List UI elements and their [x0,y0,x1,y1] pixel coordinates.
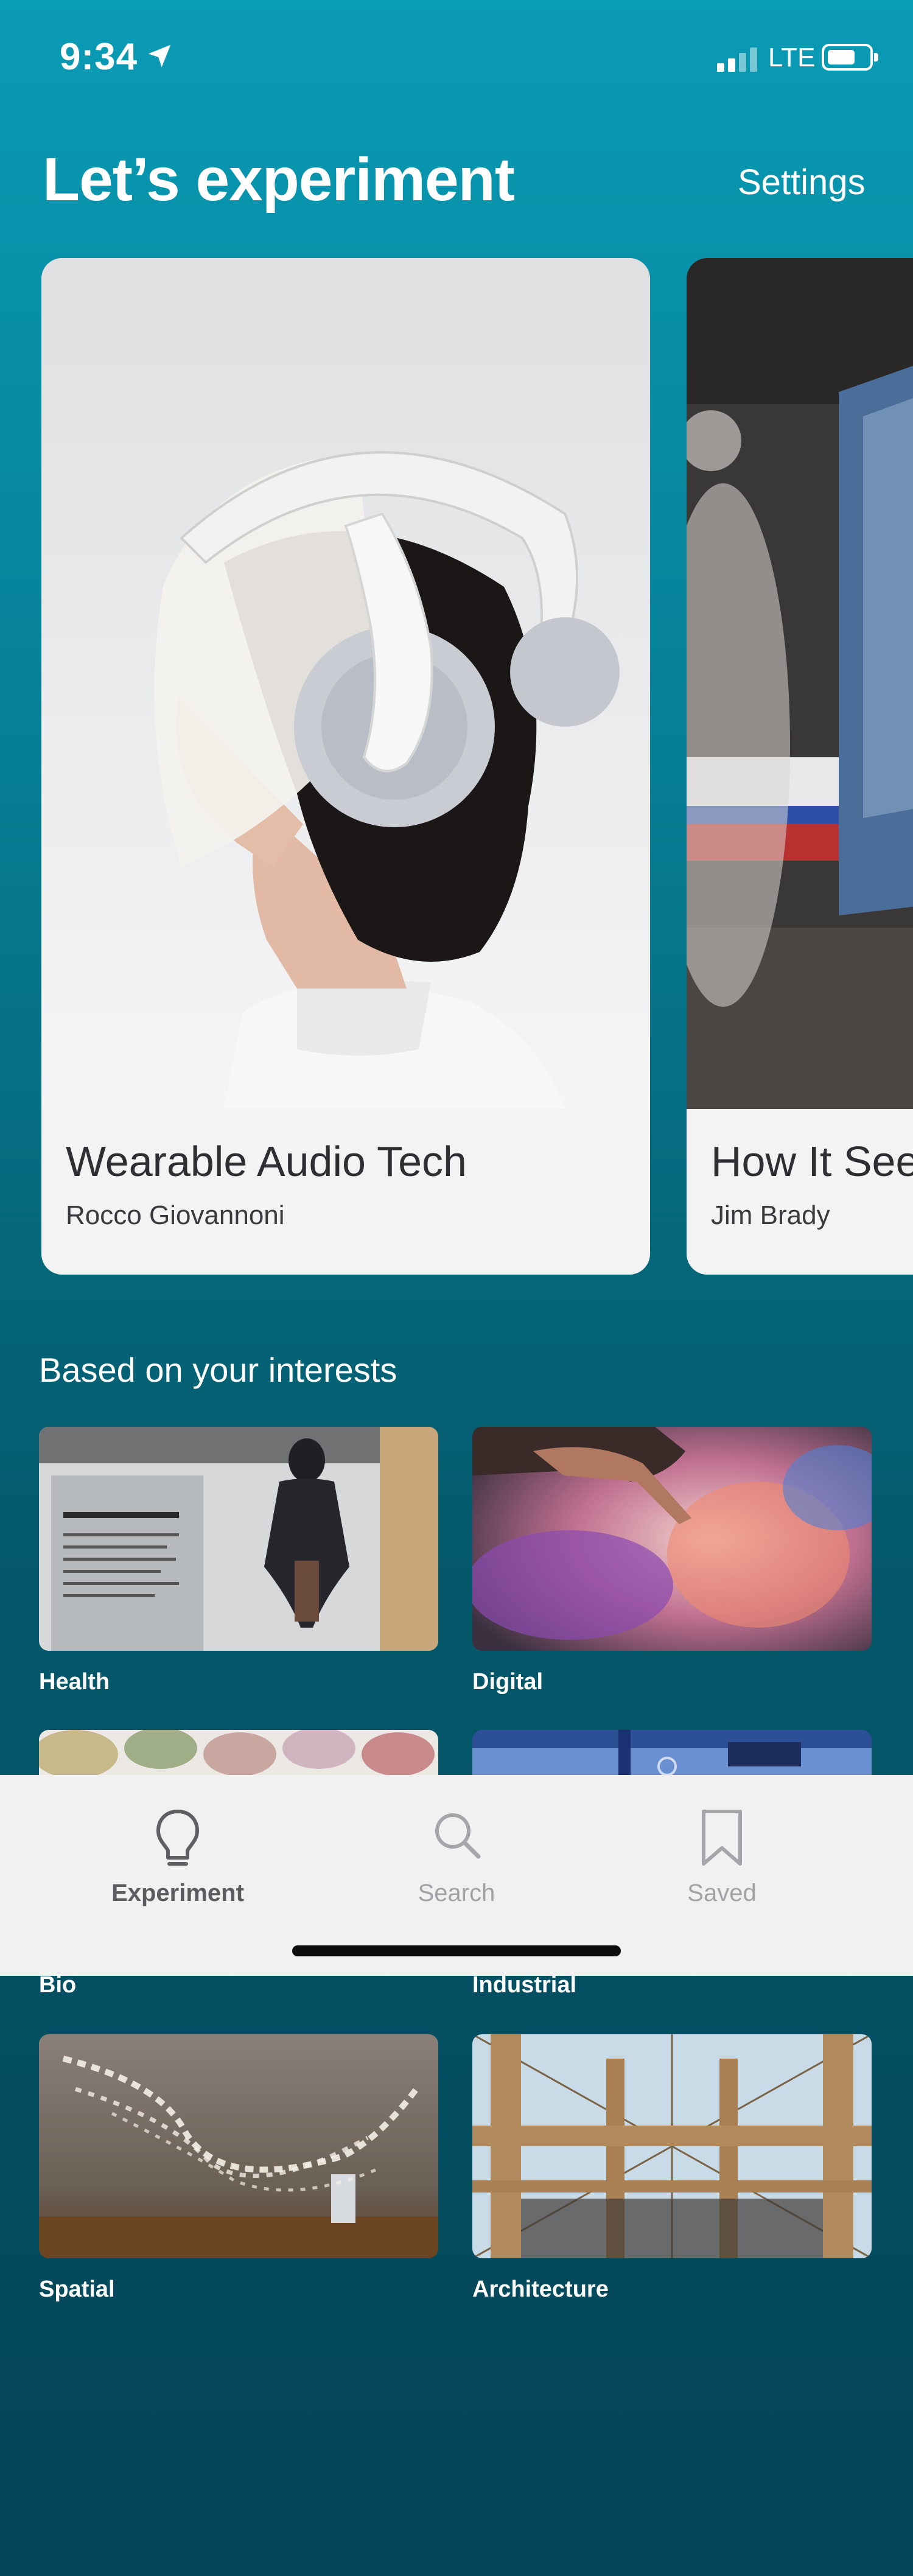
featured-author: Jim Brady [711,1200,830,1230]
tab-saved[interactable]: Saved [631,1775,813,1927]
lightbulb-icon [156,1810,199,1866]
status-bar: 9:34 LTE [0,0,913,110]
tab-search[interactable]: Search [365,1775,548,1927]
architecture-image [472,2034,872,2258]
signal-icon [717,47,757,72]
home-indicator[interactable] [292,1945,621,1956]
tile-label: Spatial [39,2277,115,2302]
interests-title: Based on your interests [39,1351,397,1389]
tile-label: Industrial [472,1972,577,1998]
status-time: 9:34 [60,36,138,78]
featured-title: How It Sees [711,1138,913,1185]
battery-icon [822,44,878,71]
network-type: LTE [768,43,816,72]
interest-tile-spatial[interactable]: Spatial [39,2034,438,2303]
interest-tile-health[interactable]: Health [39,1427,438,1695]
settings-button[interactable]: Settings [738,162,866,203]
tile-label: Digital [472,1669,544,1695]
featured-image-audio-headset [41,258,650,1109]
featured-carousel[interactable]: Wearable Audio Tech Rocco Giovannoni How… [0,258,913,1275]
page-title: Let’s experiment [43,145,515,214]
tile-label: Architecture [472,2277,609,2302]
tab-bar: Experiment Search Saved [0,1775,913,1976]
featured-title: Wearable Audio Tech [66,1138,467,1185]
featured-card[interactable]: Wearable Audio Tech Rocco Giovannoni [41,258,650,1275]
interest-tile-digital[interactable]: Digital [472,1427,872,1695]
tile-label: Bio [39,1972,77,1998]
tab-label: Experiment [111,1880,244,1906]
spatial-image [39,2034,438,2258]
tab-label: Saved [687,1880,757,1906]
featured-image-installation [687,258,913,1109]
digital-image [472,1427,872,1651]
health-image [39,1427,438,1651]
search-icon [435,1813,481,1859]
interest-tile-architecture[interactable]: Architecture [472,2034,872,2303]
location-arrow-icon [148,44,171,68]
tile-label: Health [39,1669,110,1695]
bookmark-icon [702,1810,742,1866]
tab-experiment[interactable]: Experiment [86,1775,269,1927]
tab-label: Search [418,1880,495,1906]
featured-card[interactable]: How It Sees Jim Brady [687,258,913,1275]
featured-author: Rocco Giovannoni [66,1200,285,1230]
